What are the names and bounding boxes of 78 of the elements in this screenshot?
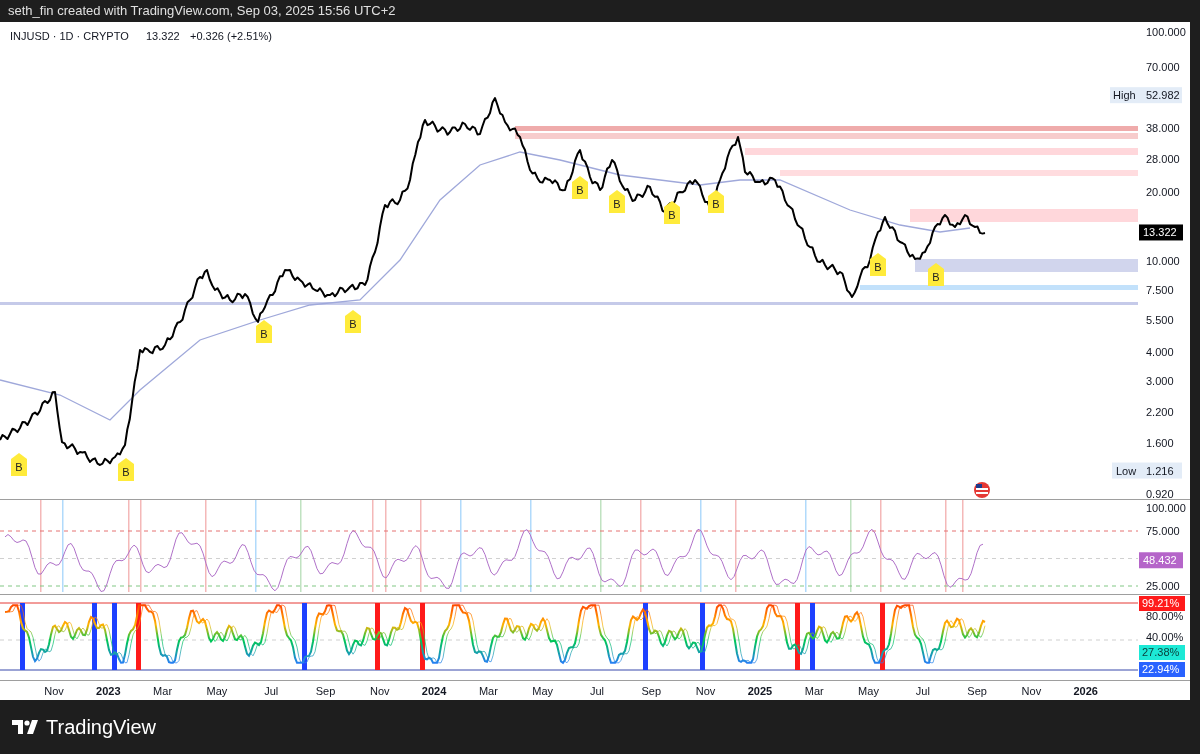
rsi-badge: 48.432 xyxy=(1139,552,1183,569)
buy-marker: B xyxy=(708,190,724,213)
time-label: Nov xyxy=(695,685,716,697)
signal-bar xyxy=(643,603,648,670)
low-value: 1.216 xyxy=(1146,464,1174,477)
time-label: Mar xyxy=(153,685,173,697)
flag-icon xyxy=(974,482,990,498)
time-label: May xyxy=(858,685,879,697)
axis-label: 100.000 xyxy=(1146,26,1186,38)
buy-marker: B xyxy=(928,263,944,286)
axis-label: 5.500 xyxy=(1146,314,1174,327)
axis-label: 100.000 xyxy=(1146,502,1186,514)
axis-label: 2.200 xyxy=(1146,405,1174,418)
high-label: High xyxy=(1113,89,1136,102)
axis-label: 40.00% xyxy=(1146,631,1184,643)
axis-label: 3.000 xyxy=(1146,374,1174,387)
axis-label: 7.500 xyxy=(1146,283,1174,296)
time-label: 2024 xyxy=(421,685,447,697)
buy-marker: B xyxy=(870,253,886,276)
axis-label: 38.000 xyxy=(1146,122,1180,135)
snapshot-caption: seth_fin created with TradingView.com, Sep 03, 2025 15:56 UTC+2 xyxy=(8,2,396,21)
time-label: 2026 xyxy=(1073,685,1098,697)
time-label: Jul xyxy=(915,685,930,697)
symbol-label: INJUSD · 1D · CRYPTO xyxy=(10,30,129,42)
low-label: Low xyxy=(1116,464,1137,477)
signal-bar xyxy=(420,603,425,670)
signal-bar xyxy=(795,603,800,670)
time-label: Nov xyxy=(1021,685,1042,697)
reading-badge: 27.38% xyxy=(1139,645,1185,660)
brand-name: TradingView xyxy=(46,715,157,740)
time-label: Sep xyxy=(315,685,336,697)
time-label: Nov xyxy=(370,685,390,697)
signal-bar xyxy=(810,603,815,670)
time-label: Sep xyxy=(641,685,662,697)
axis-label: 20.000 xyxy=(1146,186,1180,199)
axis-label: 75.000 xyxy=(1146,525,1180,537)
buy-marker: B xyxy=(11,453,27,476)
time-label: May xyxy=(532,685,554,697)
time-label: 2025 xyxy=(747,685,773,697)
signal-bar xyxy=(880,603,885,670)
high-label-background xyxy=(1110,87,1182,104)
time-label: Jul xyxy=(589,685,605,697)
low-label-background xyxy=(1112,462,1182,479)
time-label: May xyxy=(206,685,228,697)
signal-bar xyxy=(700,603,705,670)
signal-bar xyxy=(20,603,25,670)
signal-bar xyxy=(92,603,97,670)
price-value: 13.322 xyxy=(146,30,180,42)
signal-bar xyxy=(302,603,307,670)
logo-icon xyxy=(12,720,38,734)
reading-badge: 22.94% xyxy=(1139,662,1185,677)
time-label: Jul xyxy=(264,685,279,697)
axis-label: 4.000 xyxy=(1146,346,1174,359)
reading-badge: 99.21% xyxy=(1139,596,1185,611)
axis-label: 28.000 xyxy=(1146,152,1180,165)
time-label: Sep xyxy=(967,685,987,697)
axis-label: 25.000 xyxy=(1146,580,1180,592)
time-label: 2023 xyxy=(96,685,121,697)
buy-marker: B xyxy=(664,201,680,224)
buy-marker: B xyxy=(572,176,588,199)
axis-label: 1.600 xyxy=(1146,437,1174,450)
high-value: 52.982 xyxy=(1146,89,1180,102)
axis-label: 70.000 xyxy=(1146,61,1180,74)
price-change: +0.326 (+2.51%) xyxy=(190,30,272,42)
signal-bar xyxy=(136,603,141,670)
axis-label: 0.920 xyxy=(1146,488,1174,500)
buy-marker: B xyxy=(118,458,134,481)
time-label: Mar xyxy=(478,685,498,697)
last-price-badge: 13.322 xyxy=(1139,224,1183,241)
buy-marker: B xyxy=(345,310,361,333)
time-label: Mar xyxy=(804,685,824,697)
axis-label: 10.000 xyxy=(1146,255,1180,267)
time-label: Nov xyxy=(44,685,64,697)
buy-marker: B xyxy=(256,320,272,343)
buy-marker: B xyxy=(609,190,625,213)
signal-bar xyxy=(375,603,380,670)
signal-bar xyxy=(112,603,117,670)
axis-label: 80.00% xyxy=(1146,610,1184,622)
